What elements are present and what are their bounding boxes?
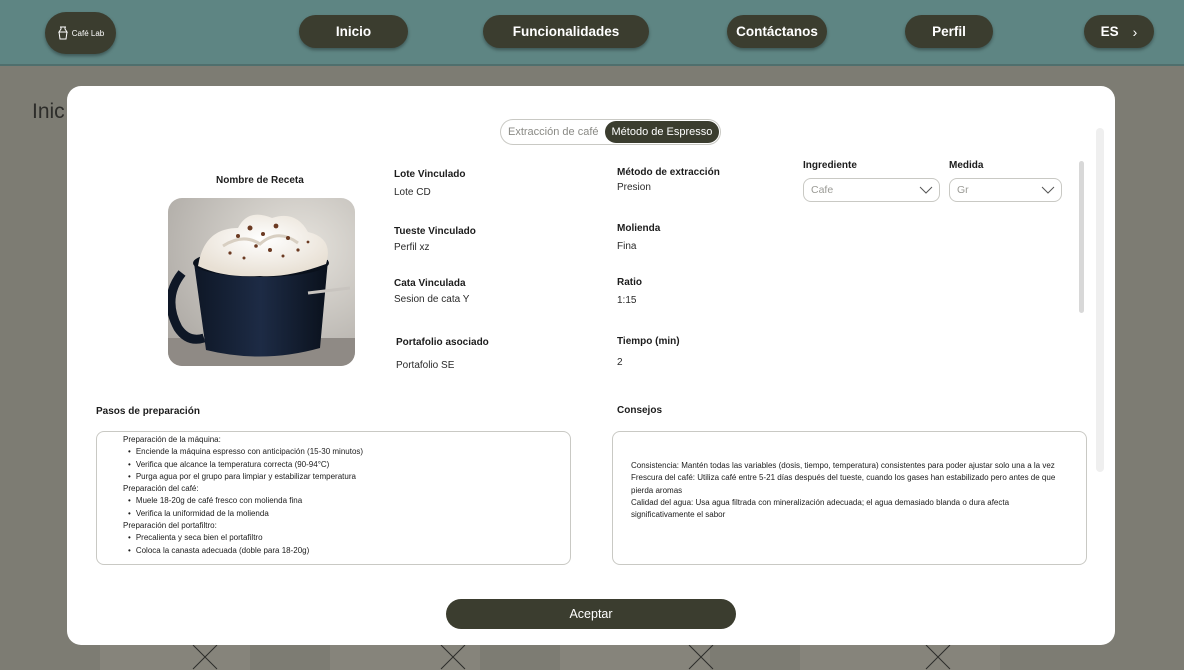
cata-value: Sesion de cata Y [394, 294, 470, 305]
metodo-value: Presion [617, 182, 651, 193]
modal-scrollbar[interactable] [1096, 128, 1104, 472]
steps-label: Pasos de preparación [96, 406, 200, 417]
step-item: Coloca la canasta adecuada (doble para 1… [128, 545, 570, 557]
tueste-value: Perfil xz [394, 242, 430, 253]
chevron-down-icon [919, 186, 933, 194]
background-page-title: Inic [32, 100, 65, 123]
step-item: Purga agua por el grupo para limpiar y e… [128, 471, 570, 483]
steps-group: Preparación del portafiltro: Precalienta… [123, 520, 570, 557]
nav-funcionalidades[interactable]: Funcionalidades [483, 15, 649, 48]
tab-extraccion[interactable]: Extracción de café [502, 121, 605, 143]
ingredient-label: Ingrediente [803, 160, 857, 171]
steps-group-title: Preparación del portafiltro: [123, 521, 217, 531]
tip-item: Consistencia: Mantén todas las variables… [631, 461, 1055, 470]
measure-label: Medida [949, 160, 984, 171]
measure-value: Gr [957, 184, 969, 196]
step-item: Enciende la máquina espresso con anticip… [128, 446, 570, 458]
method-tabs: Extracción de café Método de Espresso [500, 119, 722, 145]
metodo-label: Método de extracción [617, 167, 720, 178]
step-item: Muele 18-20g de café fresco con molienda… [128, 495, 570, 507]
tip-item: Calidad del agua: Usa agua filtrada con … [631, 497, 1010, 520]
ratio-label: Ratio [617, 277, 642, 288]
tueste-label: Tueste Vinculado [394, 226, 476, 237]
chevron-down-icon [1041, 186, 1055, 194]
recipe-name-label: Nombre de Receta [216, 175, 304, 186]
tips-textarea[interactable]: Consistencia: Mantén todas las variables… [612, 431, 1087, 565]
coffee-maker-icon [57, 26, 68, 40]
close-icon [925, 644, 951, 670]
portafolio-value: Portafolio SE [396, 360, 455, 371]
language-label: ES [1100, 24, 1119, 39]
ratio-value: 1:15 [617, 295, 637, 306]
content-scrollbar[interactable] [1079, 161, 1084, 313]
ingredient-value: Cafe [811, 184, 834, 196]
tiempo-label: Tiempo (min) [617, 336, 680, 347]
tip-item: Frescura del café: Utiliza café entre 5-… [631, 473, 1056, 495]
lote-label: Lote Vinculado [394, 169, 466, 180]
step-item: Precalienta y seca bien el portafiltro [128, 532, 570, 544]
chevron-right-icon: › [1132, 23, 1138, 40]
step-item: Verifica que alcance la temperatura corr… [128, 459, 570, 471]
logo-button[interactable]: Café Lab [45, 12, 116, 54]
steps-textarea[interactable]: Preparación de la máquina: Enciende la m… [96, 431, 571, 565]
steps-group: Preparación de la máquina: Enciende la m… [123, 434, 570, 483]
steps-group: Preparación del café: Muele 18-20g de ca… [123, 483, 570, 520]
background-card [100, 645, 250, 670]
tips-label: Consejos [617, 405, 663, 416]
accept-button[interactable]: Aceptar [446, 599, 736, 629]
recipe-image [168, 198, 355, 366]
logo-text: Café Lab [71, 28, 105, 38]
close-icon [192, 644, 218, 670]
steps-group-title: Preparación del café: [123, 484, 199, 494]
recipe-modal: Extracción de café Método de Espresso No… [67, 86, 1115, 645]
step-item: Verifica la uniformidad de la molienda [128, 508, 570, 520]
ingredient-select[interactable]: Cafe [803, 178, 940, 202]
nav-contactanos[interactable]: Contáctanos [727, 15, 827, 48]
molienda-value: Fina [617, 241, 637, 252]
tab-espresso[interactable]: Método de Espresso [604, 121, 720, 143]
cata-label: Cata Vinculada [394, 278, 466, 289]
measure-select[interactable]: Gr [949, 178, 1062, 202]
nav-inicio[interactable]: Inicio [299, 15, 408, 48]
molienda-label: Molienda [617, 223, 661, 234]
steps-group-title: Preparación de la máquina: [123, 435, 221, 444]
top-navbar: Café Lab Inicio Funcionalidades Contácta… [0, 0, 1184, 66]
portafolio-label: Portafolio asociado [396, 337, 489, 348]
tiempo-value: 2 [617, 357, 623, 368]
close-icon [440, 644, 466, 670]
lote-value: Lote CD [394, 187, 431, 198]
nav-perfil[interactable]: Perfil [905, 15, 993, 48]
language-selector[interactable]: ES › [1084, 15, 1154, 48]
close-icon [688, 644, 714, 670]
background-card [800, 645, 1000, 670]
